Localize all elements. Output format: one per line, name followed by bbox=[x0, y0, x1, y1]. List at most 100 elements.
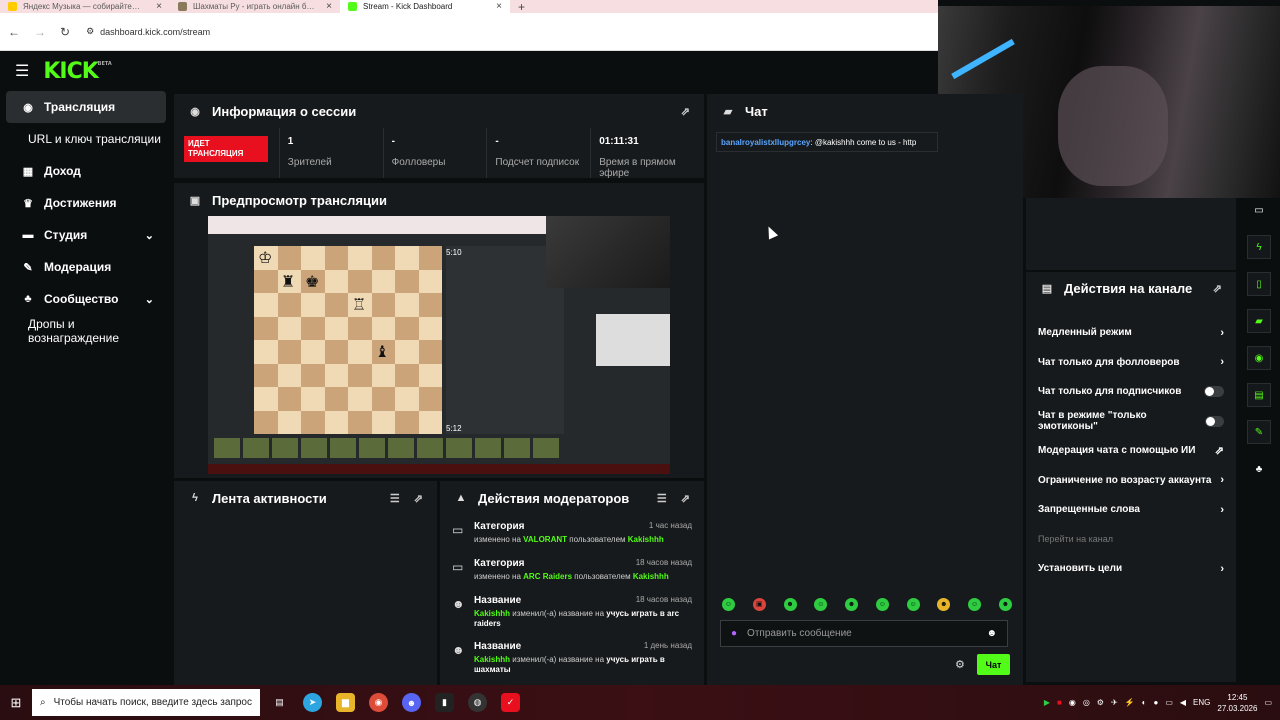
action-slow-mode[interactable]: Медленный режим › bbox=[1026, 318, 1236, 348]
browser-tab-kick[interactable]: Stream - Kick Dashboard × bbox=[340, 0, 510, 13]
stream-preview-video[interactable]: ♔ ♜ ♚ ♖ ♝ 5:10 5:12 bbox=[208, 216, 670, 474]
tray-play-icon[interactable]: ▶ bbox=[1044, 698, 1050, 707]
action-banned-words[interactable]: Запрещенные слова › bbox=[1026, 495, 1236, 525]
telegram-icon[interactable]: ➤ bbox=[303, 693, 322, 712]
session-info-panel: ◉ Информация о сессии ⇗ ИДЕТ ТРАНСЛЯЦИЯ … bbox=[174, 94, 704, 178]
emotes-only-toggle[interactable] bbox=[1204, 415, 1224, 427]
board-square bbox=[324, 293, 348, 317]
taskbar-search[interactable]: ⌕ Чтобы начать поиск, введите здесь запр… bbox=[32, 689, 260, 716]
document-icon[interactable]: ▯ bbox=[1247, 272, 1271, 296]
emote-icon[interactable]: ☻ bbox=[845, 598, 859, 611]
tray-icon[interactable]: ⚙ bbox=[1097, 698, 1104, 707]
tray-icon[interactable]: ⚡ bbox=[1125, 698, 1135, 707]
board-square bbox=[301, 246, 325, 270]
channel-icon[interactable]: ▤ bbox=[1247, 383, 1271, 407]
board-square bbox=[348, 269, 372, 293]
action-followers-only[interactable]: Чат только для фолловеров › bbox=[1026, 348, 1236, 378]
menu-icon[interactable]: ☰ bbox=[15, 61, 29, 81]
sidebar-item-drops[interactable]: Дропы и вознаграждение bbox=[6, 315, 166, 347]
chat-input[interactable]: ● Отправить сообщение ☻ bbox=[720, 620, 1008, 647]
tray-icon[interactable]: ◉ bbox=[1069, 698, 1076, 707]
sidebar-item-revenue[interactable]: ▦ Доход bbox=[6, 155, 166, 187]
emote-icon[interactable]: ☺ bbox=[814, 598, 828, 611]
task-view-icon[interactable]: ▤ bbox=[270, 693, 289, 712]
action-label: Установить цели bbox=[1038, 563, 1123, 575]
broadcast-icon[interactable]: ◉ bbox=[1247, 346, 1271, 370]
emoji-icon[interactable]: ☻ bbox=[986, 628, 997, 639]
sidebar-item-community[interactable]: ♣ Сообщество ⌄ bbox=[6, 283, 166, 315]
popout-icon[interactable]: ⇗ bbox=[681, 492, 690, 505]
chat-icon[interactable]: ▰ bbox=[1247, 309, 1271, 333]
tray-icon[interactable]: ✈ bbox=[1111, 698, 1118, 707]
sidebar-item-achievements[interactable]: ♛ Достижения bbox=[6, 187, 166, 219]
browser-tab-yandex-music[interactable]: Яндекс Музыка — собирайте… × bbox=[0, 0, 170, 13]
emote-icon[interactable]: ☻ bbox=[937, 598, 951, 611]
windows-start-icon[interactable]: ⊞ bbox=[0, 685, 32, 720]
url-field[interactable]: ⚙ dashboard.kick.com/stream bbox=[86, 26, 210, 37]
emote-icon[interactable]: ☺ bbox=[722, 598, 735, 611]
sidebar-item-moderation[interactable]: ✎ Модерация bbox=[6, 251, 166, 283]
app-icon[interactable]: ▮ bbox=[435, 693, 454, 712]
clock[interactable]: 12:45 27.03.2026 bbox=[1217, 692, 1257, 714]
chat-message[interactable]: banalroyalistxllupgrcey: @kakishhh come … bbox=[716, 132, 938, 152]
action-set-goals[interactable]: Установить цели › bbox=[1026, 554, 1236, 584]
wrench-icon[interactable]: ✎ bbox=[1247, 420, 1271, 444]
emote-icon[interactable]: ☺ bbox=[968, 598, 982, 611]
popout-icon[interactable]: ⇗ bbox=[1213, 282, 1222, 295]
board-square bbox=[254, 410, 278, 434]
action-emotes-only[interactable]: Чат в режиме "только эмотиконы" bbox=[1026, 407, 1236, 437]
emote-icon[interactable]: ☺ bbox=[906, 598, 920, 611]
board-square bbox=[324, 316, 348, 340]
app-red-icon[interactable]: ✓ bbox=[501, 693, 520, 712]
emote-icon[interactable]: ☻ bbox=[783, 598, 797, 611]
emote-icon[interactable]: ▣ bbox=[752, 598, 766, 611]
notifications-icon[interactable]: ▭ bbox=[1264, 698, 1272, 707]
subscribers-only-toggle[interactable] bbox=[1204, 386, 1224, 398]
emote-icon[interactable]: ☻ bbox=[998, 598, 1012, 611]
sidebar-item-studio[interactable]: ▬ Студия ⌄ bbox=[6, 219, 166, 251]
emote-icon[interactable]: ☺ bbox=[875, 598, 889, 611]
network-icon[interactable]: ▭ bbox=[1165, 698, 1173, 707]
popout-icon[interactable]: ⇗ bbox=[681, 105, 690, 118]
action-subscribers-only[interactable]: Чат только для подписчиков bbox=[1026, 377, 1236, 407]
file-explorer-icon[interactable]: ▆ bbox=[336, 693, 355, 712]
microphone-icon[interactable]: ● bbox=[731, 628, 737, 639]
filter-icon[interactable]: ☰ bbox=[657, 492, 667, 505]
forward-icon[interactable]: → bbox=[34, 25, 46, 39]
board-square bbox=[418, 340, 442, 364]
close-tab-icon[interactable]: × bbox=[326, 1, 332, 12]
tray-icon[interactable]: ◎ bbox=[1083, 698, 1090, 707]
kick-logo[interactable]: KICK BETA bbox=[43, 59, 111, 84]
obs-icon[interactable]: ◍ bbox=[468, 693, 487, 712]
chat-settings-gear-icon[interactable]: ⚙ bbox=[955, 658, 965, 671]
action-go-to-channel[interactable]: Перейти на канал bbox=[1026, 525, 1236, 555]
reload-icon[interactable]: ↻ bbox=[60, 25, 70, 39]
back-icon[interactable]: ← bbox=[8, 25, 20, 39]
chat-send-button[interactable]: Чат bbox=[977, 654, 1010, 675]
action-time: 18 часов назад bbox=[635, 595, 692, 604]
tray-icon[interactable]: ◐ bbox=[1142, 698, 1147, 707]
site-info-icon[interactable]: ⚙ bbox=[86, 26, 94, 37]
discord-icon[interactable]: ☻ bbox=[402, 693, 421, 712]
filter-icon[interactable]: ☰ bbox=[390, 492, 400, 505]
chrome-icon[interactable]: ◉ bbox=[369, 693, 388, 712]
browser-tab-chess[interactable]: Шахматы Ру - играть онлайн б… × bbox=[170, 0, 340, 13]
clock-top: 5:10 bbox=[446, 248, 462, 257]
layout-icon[interactable]: ▭ bbox=[1247, 198, 1271, 222]
sidebar-item-stream[interactable]: ◉ Трансляция bbox=[6, 91, 166, 123]
sidebar-item-stream-key[interactable]: URL и ключ трансляции bbox=[6, 123, 166, 155]
chevron-right-icon: › bbox=[1220, 326, 1224, 339]
chat-username[interactable]: banalroyalistxllupgrcey bbox=[721, 138, 810, 147]
new-tab-icon[interactable]: + bbox=[518, 0, 525, 14]
close-tab-icon[interactable]: × bbox=[156, 1, 162, 12]
action-ai-moderation[interactable]: Модерация чата с помощью ИИ ⇗ bbox=[1026, 436, 1236, 466]
popout-icon[interactable]: ⇗ bbox=[414, 492, 423, 505]
volume-icon[interactable]: ◀ bbox=[1180, 698, 1186, 707]
language-indicator[interactable]: ENG bbox=[1193, 698, 1210, 707]
community-icon[interactable]: ♣ bbox=[1247, 457, 1271, 481]
tray-app-icon[interactable]: ■ bbox=[1057, 698, 1062, 707]
close-tab-icon[interactable]: × bbox=[496, 1, 502, 12]
bolt-icon[interactable]: ϟ bbox=[1247, 235, 1271, 259]
microphone-icon[interactable]: ● bbox=[1153, 698, 1158, 707]
action-account-age[interactable]: Ограничение по возрасту аккаунта › bbox=[1026, 466, 1236, 496]
